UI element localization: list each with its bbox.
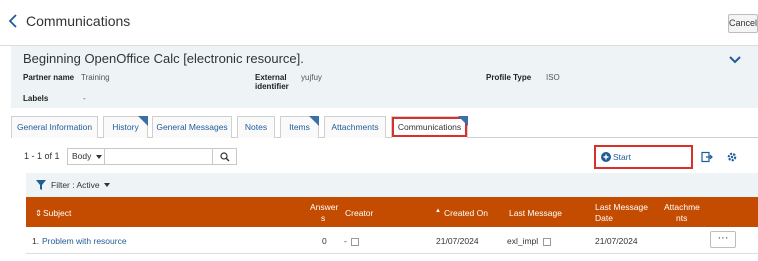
external-identifier-value: yujfuy bbox=[301, 73, 322, 82]
column-header-created-on[interactable]: Created On bbox=[444, 208, 488, 218]
tab-label: General Messages bbox=[156, 122, 228, 132]
labels-value: - bbox=[83, 94, 86, 103]
filter-icon bbox=[36, 180, 46, 190]
tab-history[interactable]: History bbox=[103, 116, 148, 138]
tab-general-messages[interactable]: General Messages bbox=[152, 116, 232, 138]
search-scope-dropdown[interactable]: Body bbox=[67, 148, 105, 165]
flag-icon bbox=[458, 116, 468, 126]
tab-notes[interactable]: Notes bbox=[237, 116, 275, 138]
table-header: ⇕ Subject Answer s Creator ▲ Created On … bbox=[26, 197, 758, 227]
resource-title: Beginning OpenOffice Calc [electronic re… bbox=[23, 51, 304, 66]
search-scope-label: Body bbox=[72, 151, 92, 161]
tab-label: Communications bbox=[397, 122, 462, 132]
column-header-creator[interactable]: Creator bbox=[345, 208, 373, 218]
result-count: 1 - 1 of 1 bbox=[24, 151, 60, 161]
tab-label: Items bbox=[289, 122, 310, 132]
last-message-cell: exl_impl bbox=[507, 236, 551, 246]
column-header-attachments-line2[interactable]: nts bbox=[676, 213, 687, 223]
last-message-value: exl_impl bbox=[507, 236, 539, 246]
row-actions-button[interactable]: ··· bbox=[710, 231, 736, 248]
flag-icon bbox=[138, 116, 148, 126]
tab-attachments[interactable]: Attachments bbox=[324, 116, 386, 138]
column-header-last-message[interactable]: Last Message bbox=[509, 208, 562, 218]
tab-items[interactable]: Items bbox=[280, 116, 319, 138]
table-row: 1. Problem with resource 0 - 21/07/2024 … bbox=[26, 227, 758, 254]
filter-label: Filter : Active bbox=[51, 180, 100, 190]
external-identifier-label-line2: identifier bbox=[255, 82, 289, 91]
subject-link[interactable]: Problem with resource bbox=[42, 236, 127, 246]
creator-value: - bbox=[344, 236, 347, 246]
column-header-last-message-date-line1[interactable]: Last Message bbox=[595, 202, 648, 212]
search-button[interactable] bbox=[213, 148, 237, 165]
search-input[interactable] bbox=[105, 148, 213, 165]
page-title: Communications bbox=[26, 13, 131, 29]
profile-type-label: Profile Type bbox=[486, 73, 532, 82]
profile-type-value: ISO bbox=[546, 73, 560, 82]
search-icon bbox=[220, 152, 230, 162]
answers-count: 0 bbox=[322, 236, 327, 246]
tab-communications[interactable]: Communications bbox=[391, 116, 468, 138]
flag-icon bbox=[309, 116, 319, 126]
external-identifier-label-line1: External bbox=[255, 73, 287, 82]
user-card-icon[interactable] bbox=[351, 237, 360, 246]
row-index: 1. bbox=[32, 236, 40, 246]
tab-label: Notes bbox=[244, 122, 268, 132]
user-card-icon[interactable] bbox=[542, 237, 551, 246]
plus-circle-icon bbox=[601, 152, 611, 162]
labels-label: Labels bbox=[23, 94, 49, 103]
top-bar: Communications Cancel bbox=[0, 0, 758, 46]
sort-asc-icon[interactable]: ▲ bbox=[435, 208, 441, 214]
tab-label: General Information bbox=[16, 122, 93, 132]
tab-label: Attachments bbox=[331, 122, 379, 132]
cancel-button[interactable]: Cancel bbox=[728, 14, 758, 33]
chevron-left-icon[interactable] bbox=[7, 13, 19, 29]
tab-bar: General Information History General Mess… bbox=[11, 111, 758, 138]
column-header-attachments-line1[interactable]: Attachme bbox=[664, 202, 700, 212]
column-header-last-message-date-line2[interactable]: Date bbox=[595, 213, 613, 223]
chevron-down-icon[interactable] bbox=[729, 55, 741, 65]
start-communication-button[interactable]: Start Communication bbox=[594, 145, 693, 182]
resource-summary-panel: Beginning OpenOffice Calc [electronic re… bbox=[11, 46, 758, 108]
tab-label: History bbox=[112, 122, 139, 132]
caret-down-icon bbox=[96, 155, 102, 159]
created-on-value: 21/07/2024 bbox=[436, 236, 479, 246]
creator-cell: - bbox=[344, 236, 360, 246]
tab-general-information[interactable]: General Information bbox=[11, 116, 98, 138]
export-icon[interactable] bbox=[701, 151, 713, 163]
caret-down-icon bbox=[104, 183, 110, 187]
partner-name-label: Partner name bbox=[23, 73, 75, 82]
gear-icon[interactable] bbox=[726, 151, 738, 163]
filter-bar[interactable]: Filter : Active bbox=[26, 173, 758, 197]
last-message-date-value: 21/07/2024 bbox=[595, 236, 638, 246]
partner-name-value: Training bbox=[81, 73, 110, 82]
sort-icon[interactable]: ⇕ bbox=[35, 208, 42, 219]
column-header-answers-line1[interactable]: Answer bbox=[310, 202, 338, 212]
column-header-answers-line2[interactable]: s bbox=[321, 213, 325, 223]
column-header-subject[interactable]: Subject bbox=[43, 208, 71, 218]
